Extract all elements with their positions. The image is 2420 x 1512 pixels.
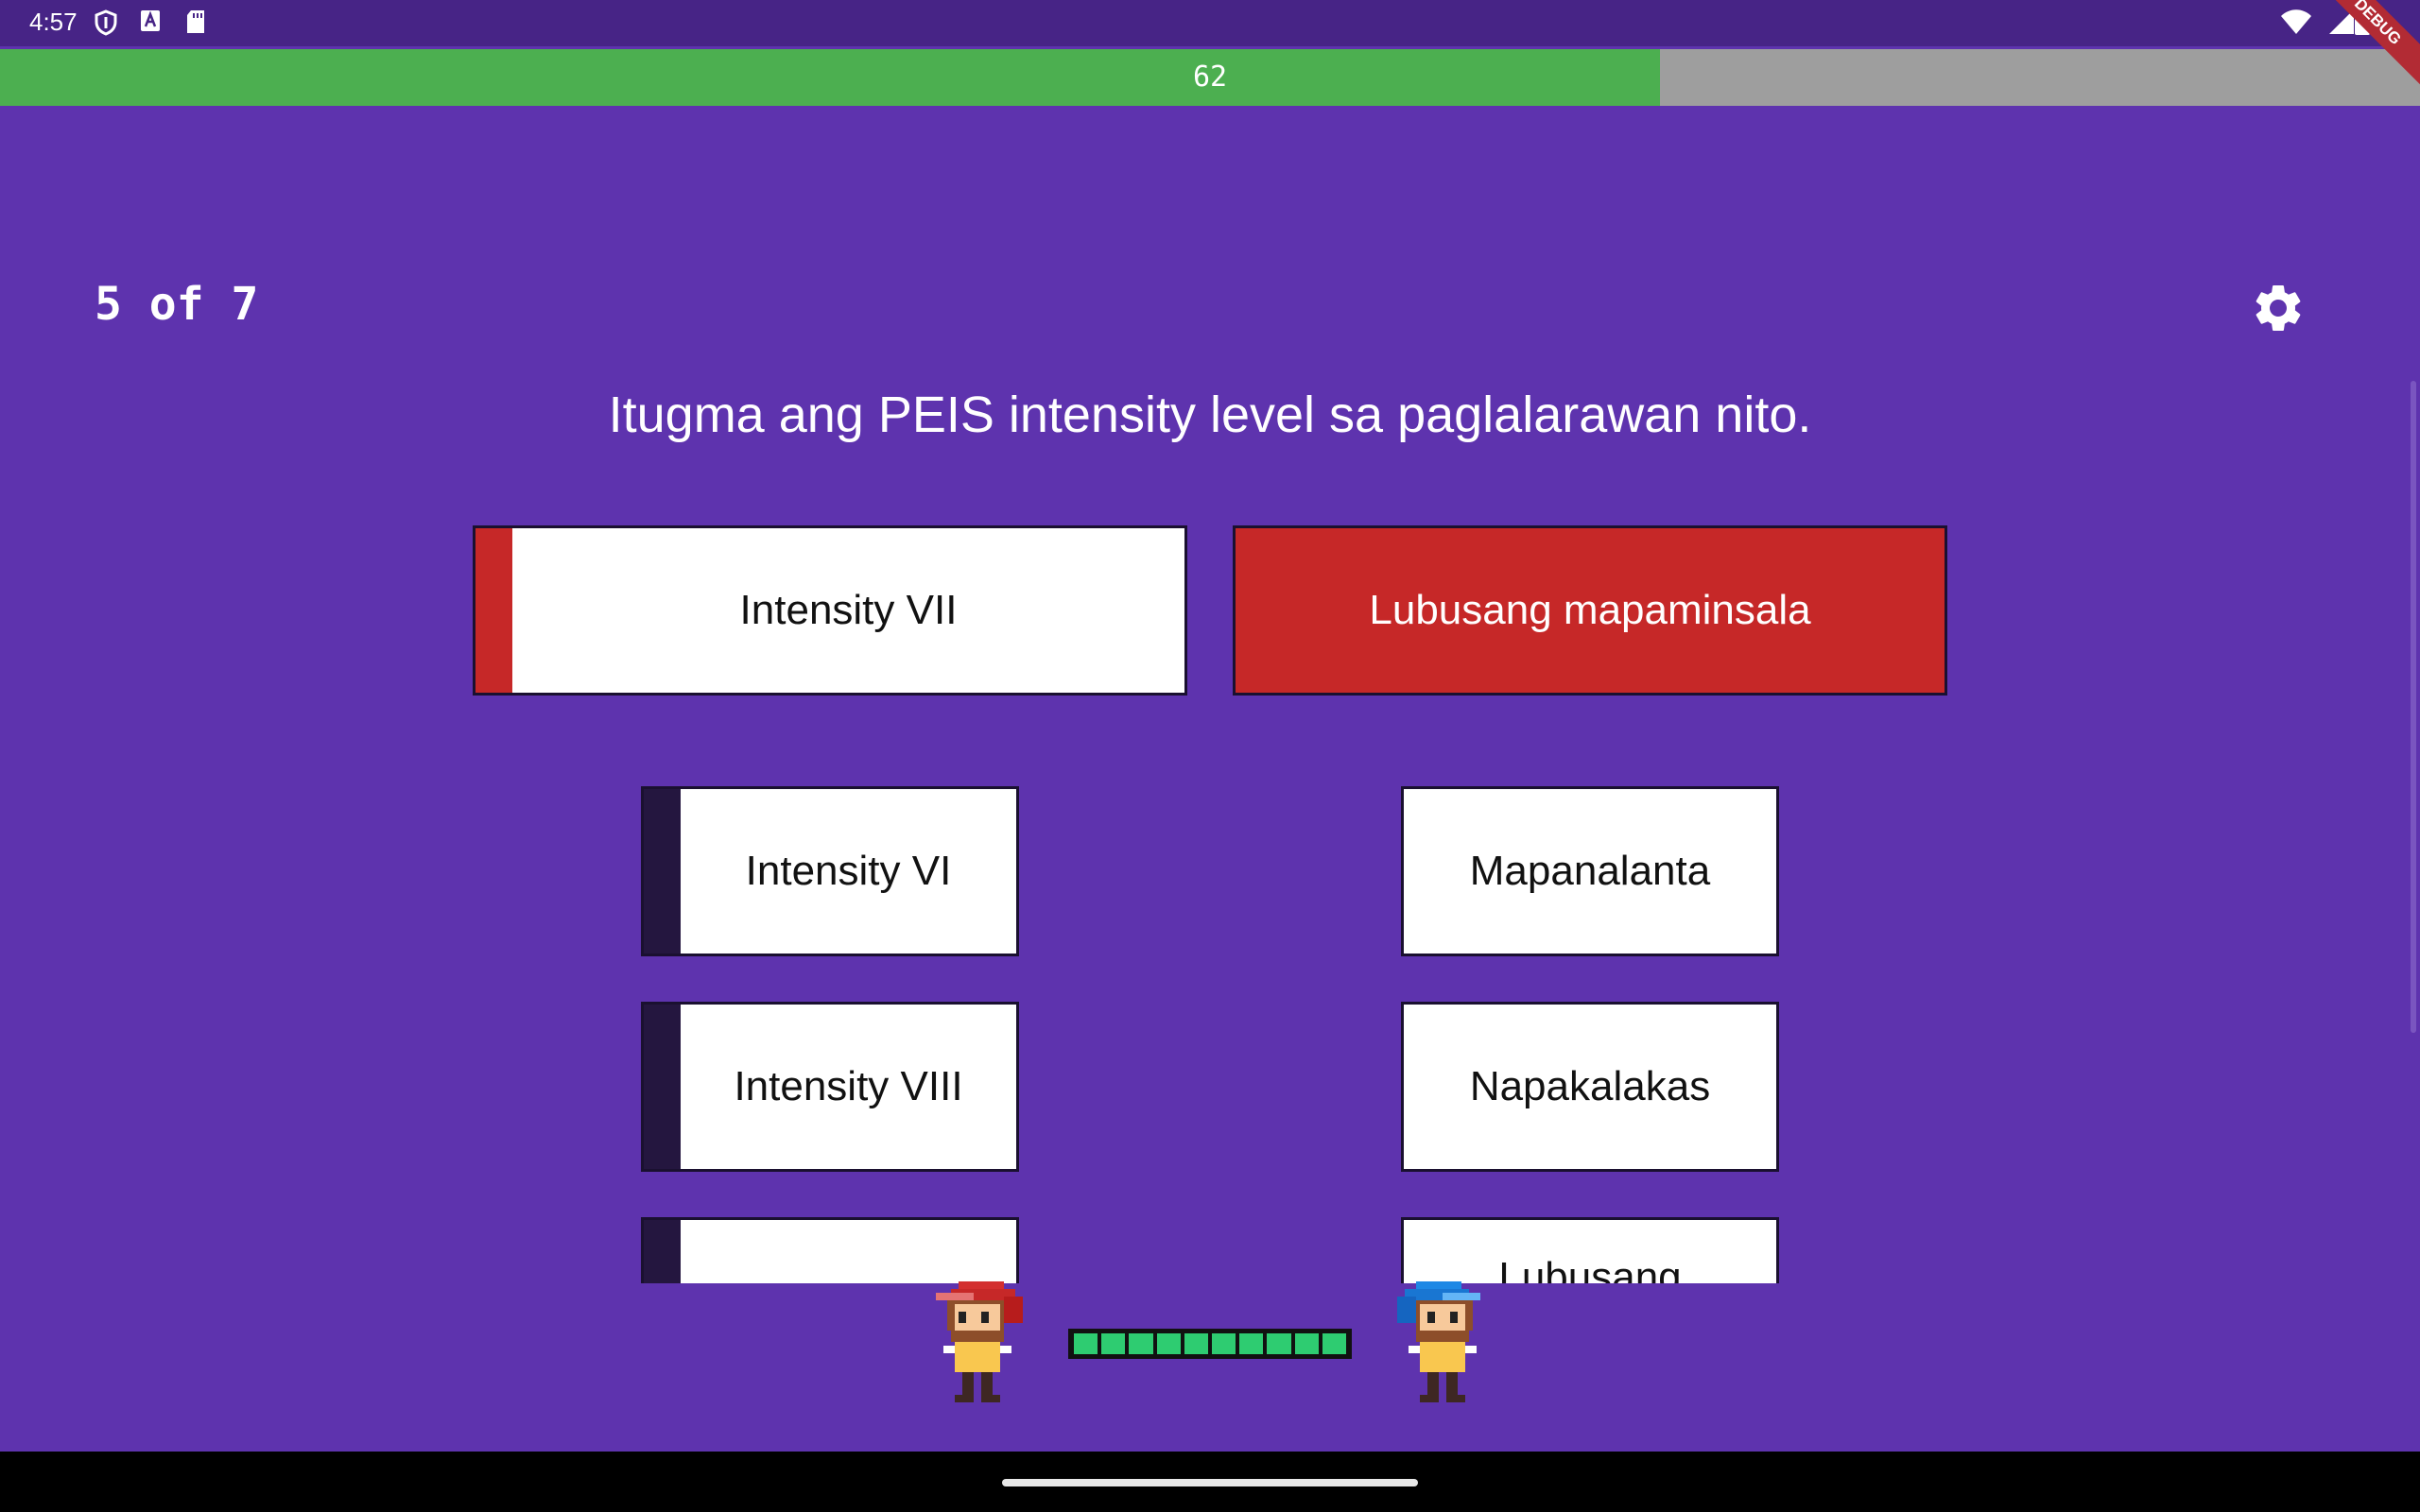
card-label: Lubusang [1498, 1254, 1682, 1283]
health-segment [1239, 1333, 1264, 1354]
scrollbar[interactable] [2411, 381, 2416, 1033]
timer-value: 62 [1192, 60, 1228, 94]
home-gesture-handle[interactable] [1002, 1479, 1418, 1486]
card-label: Intensity VII [739, 587, 958, 633]
player-character-icon [936, 1281, 1023, 1402]
card-label: Napakalakas [1469, 1063, 1711, 1109]
left-option-card[interactable]: Intensity VIII [641, 1002, 1019, 1172]
selected-right-card[interactable]: Lubusang mapaminsala [1233, 525, 1947, 696]
card-label: Intensity VI [745, 848, 952, 894]
health-segment [1322, 1333, 1347, 1354]
health-segment [1101, 1333, 1126, 1354]
right-option-card[interactable]: Mapanalanta [1401, 786, 1779, 956]
right-option-card[interactable]: Lubusang [1401, 1217, 1779, 1283]
health-bar [1068, 1329, 1352, 1359]
left-option-card[interactable] [641, 1217, 1019, 1283]
status-bar: 4:57 [0, 0, 2420, 46]
question-progress: 5 of 7 [95, 278, 259, 331]
timer-bar: 62 [0, 49, 2420, 106]
card-label: Lubusang mapaminsala [1369, 587, 1811, 633]
option-stripe [644, 789, 681, 954]
health-segment [1129, 1333, 1153, 1354]
health-segment [1267, 1333, 1291, 1354]
health-segment [1156, 1333, 1181, 1354]
card-label: Mapanalanta [1469, 848, 1711, 894]
keyboard-a-icon [141, 10, 160, 31]
health-segment [1184, 1333, 1209, 1354]
health-segment [1212, 1333, 1236, 1354]
option-stripe [644, 1005, 681, 1169]
selected-left-card[interactable]: Intensity VII [473, 525, 1187, 696]
left-option-card[interactable]: Intensity VI [641, 786, 1019, 956]
health-segment [1294, 1333, 1319, 1354]
option-stripe [644, 1220, 681, 1283]
match-color-stripe [475, 528, 512, 693]
gear-icon[interactable] [2250, 280, 2307, 336]
status-time: 4:57 [29, 8, 78, 36]
opponent-character-icon [1397, 1281, 1480, 1402]
sd-card-icon [187, 10, 204, 33]
shield-icon [95, 9, 117, 36]
card-label: Intensity VIII [734, 1063, 963, 1109]
health-segment [1074, 1333, 1098, 1354]
right-option-card[interactable]: Napakalakas [1401, 1002, 1779, 1172]
wifi-icon [2281, 9, 2311, 34]
options-list[interactable]: Intensity VI Intensity VIII Mapanalanta … [0, 756, 2420, 1283]
question-text: Itugma ang PEIS intensity level sa pagla… [608, 387, 1812, 443]
